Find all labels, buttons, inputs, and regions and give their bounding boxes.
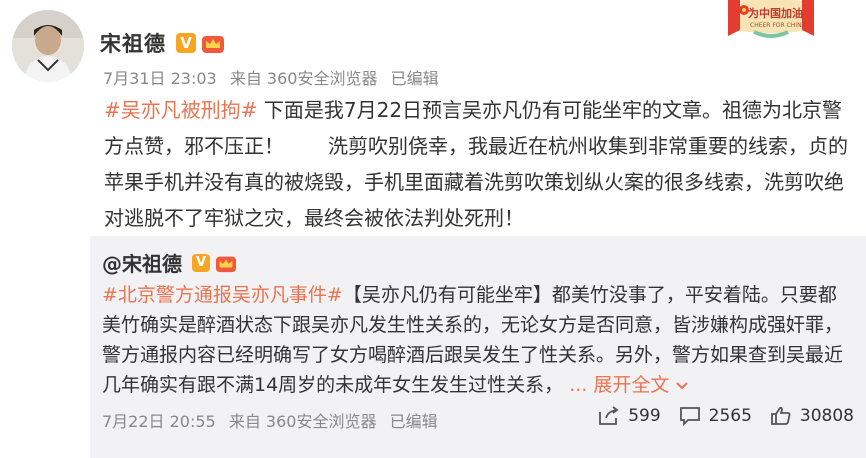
like-count: 30808	[799, 406, 854, 426]
repost-author-row: @宋祖德 V	[102, 248, 237, 277]
comment-icon	[679, 407, 700, 426]
topic-link[interactable]: #吴亦凡被刑拘#	[104, 98, 258, 122]
post-author-row: 宋祖德 V	[100, 28, 225, 58]
banner-title: 为中国加油	[748, 7, 803, 20]
expand-label: ... 展开全文	[569, 374, 670, 396]
crown-badge-icon	[216, 256, 236, 272]
repost-date[interactable]: 7月22日 20:55	[102, 412, 216, 431]
crown-badge-icon	[202, 36, 224, 53]
repost-meta: 7月22日 20:55 来自 360安全浏览器 已编辑	[102, 408, 446, 432]
post-date[interactable]: 7月31日 23:03	[103, 69, 217, 88]
repost-text: #北京警方通报吴亦凡事件#【吴亦凡仍有可能坐牢】都美竹没事了，平安着陆。只要都美…	[102, 280, 852, 400]
post-meta: 7月31日 23:03 来自 360安全浏览器 已编辑	[103, 65, 447, 89]
post-edited[interactable]: 已编辑	[391, 69, 439, 88]
avatar-image	[12, 10, 84, 82]
verified-v-icon: V	[192, 253, 210, 272]
repost-button[interactable]: 599	[598, 406, 661, 426]
banner-subtitle: CHEER FOR CHINA	[750, 22, 806, 29]
avatar[interactable]	[12, 10, 84, 82]
like-icon	[771, 406, 791, 425]
repost-actions: 599 2565 30808	[580, 406, 854, 426]
cheer-for-china-banner[interactable]: 为中国加油 CHEER FOR CHINA	[718, 0, 824, 42]
repost-source: 来自 360安全浏览器	[228, 412, 377, 431]
verified-v-icon: V	[176, 33, 196, 53]
repost-topic-link[interactable]: #北京警方通报吴亦凡事件#	[102, 284, 343, 306]
repost-edited[interactable]: 已编辑	[390, 412, 438, 431]
repost-card[interactable]: @宋祖德 V #北京警方通报吴亦凡事件#【吴亦凡仍有可能坐牢】都美竹没事了，平安…	[90, 236, 866, 458]
comment-button[interactable]: 2565	[679, 406, 752, 426]
repost-author[interactable]: @宋祖德	[102, 248, 182, 277]
like-button[interactable]: 30808	[770, 406, 854, 426]
post-text: #吴亦凡被刑拘# 下面是我7月22日预言吴亦凡仍有可能坐牢的文章。祖德为北京警方…	[104, 92, 856, 236]
chevron-down-icon	[676, 381, 689, 389]
author-name[interactable]: 宋祖德	[100, 28, 166, 58]
repost-icon	[599, 406, 619, 425]
post-source: 来自 360安全浏览器	[229, 69, 378, 88]
repost-count: 599	[628, 406, 661, 426]
expand-full-text-link[interactable]: ... 展开全文	[569, 374, 689, 396]
comment-count: 2565	[708, 406, 752, 426]
